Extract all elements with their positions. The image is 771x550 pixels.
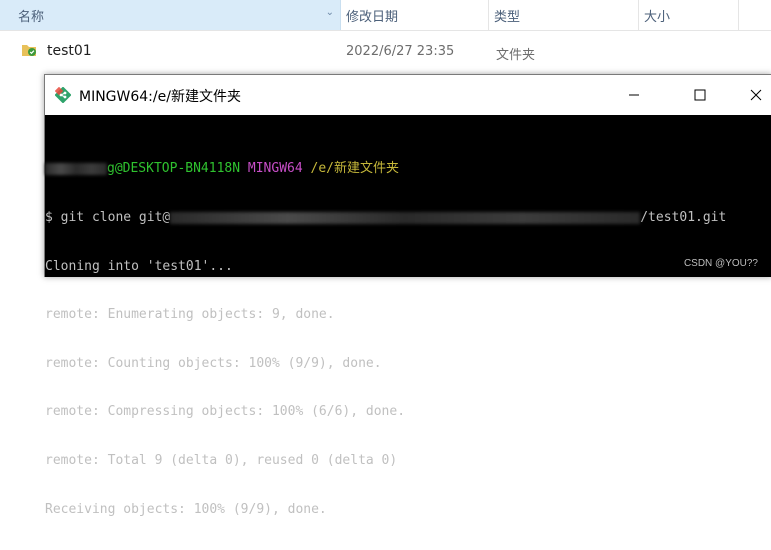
column-header: 名称 ⌄ 修改日期 类型 大小: [0, 0, 771, 31]
redacted-remote-url: [170, 211, 641, 224]
output-line: remote: Enumerating objects: 9, done.: [45, 307, 335, 323]
output-line: remote: Total 9 (delta 0), reused 0 (del…: [45, 452, 398, 468]
column-date-label: 修改日期: [346, 9, 399, 25]
command-suffix: /test01.git: [640, 210, 727, 225]
prompt-path: /e/新建文件夹: [310, 161, 399, 177]
column-size-label: 大小: [644, 9, 671, 25]
terminal-output[interactable]: g@DESKTOP-BN4118N MINGW64 /e/新建文件夹 $ git…: [45, 129, 771, 550]
output-line: remote: Compressing objects: 100% (6/6),…: [45, 404, 406, 420]
close-icon: [750, 89, 762, 101]
chevron-down-icon: ⌄: [325, 7, 334, 18]
column-date[interactable]: 修改日期: [340, 0, 489, 30]
title-bar[interactable]: MINGW64:/e/新建文件夹: [45, 75, 771, 115]
column-name-label: 名称: [18, 9, 45, 25]
output-line: Receiving objects: 100% (9/9), done.: [45, 501, 327, 517]
redacted-username: [45, 162, 107, 175]
prompt-env: MINGW64: [247, 161, 303, 177]
minimize-icon: [629, 94, 639, 96]
watermark: CSDN @YOU??: [683, 258, 758, 269]
output-line: remote: Counting objects: 100% (9/9), do…: [45, 355, 382, 371]
column-type-label: 类型: [494, 9, 521, 25]
prompt-line: g@DESKTOP-BN4118N MINGW64 /e/新建文件夹: [45, 161, 771, 177]
command-prefix: $ git clone git@: [45, 210, 171, 225]
column-type[interactable]: 类型: [488, 0, 639, 30]
file-date: 2022/6/27 23:35: [346, 44, 455, 59]
column-name[interactable]: 名称 ⌄: [0, 0, 341, 30]
command-line: $ git clone git@ /test01.git: [45, 210, 771, 226]
maximize-icon: [694, 89, 706, 101]
close-button[interactable]: [728, 75, 771, 115]
output-line: Cloning into 'test01'...: [45, 258, 233, 274]
git-bash-icon: [55, 87, 71, 103]
file-type: 文件夹: [496, 48, 536, 63]
file-name: test01: [47, 43, 92, 59]
minimize-button[interactable]: [606, 75, 662, 115]
file-row[interactable]: test01 2022/6/27 23:35 文件夹: [0, 36, 771, 66]
folder-git-icon: [22, 45, 36, 56]
column-size[interactable]: 大小: [638, 0, 739, 30]
window-title: MINGW64:/e/新建文件夹: [79, 89, 241, 105]
prompt-user-host: g@DESKTOP-BN4118N: [107, 161, 241, 177]
maximize-button[interactable]: [672, 75, 728, 115]
terminal-window[interactable]: MINGW64:/e/新建文件夹 g@DESKTOP-BN4118N MINGW…: [44, 74, 771, 517]
